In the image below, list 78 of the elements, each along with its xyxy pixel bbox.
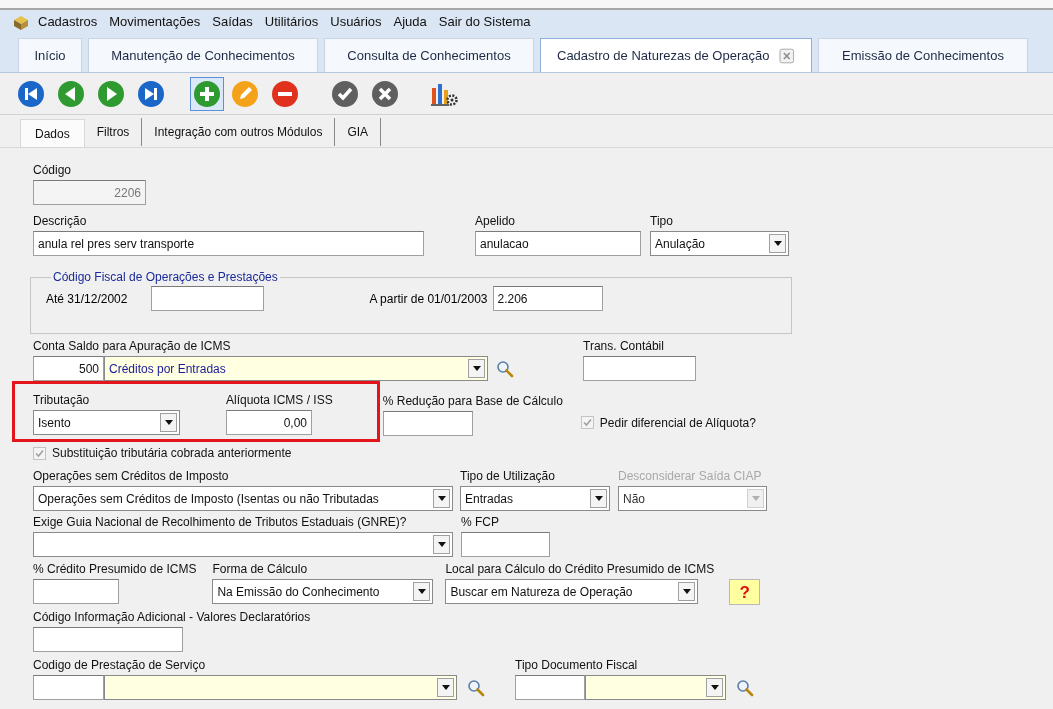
search-icon[interactable] xyxy=(736,678,754,697)
field-label: % FCP xyxy=(461,514,500,530)
field-label: Codigo de Prestação de Serviço xyxy=(33,657,207,673)
checkmark-icon[interactable] xyxy=(331,79,359,108)
field-label: Forma de Cálculo xyxy=(212,561,309,577)
plus-icon[interactable] xyxy=(193,79,221,108)
dropdown[interactable]: Créditos por Entradas xyxy=(104,356,488,381)
text-field[interactable] xyxy=(515,675,585,700)
text-field[interactable] xyxy=(382,411,473,436)
menu-item[interactable]: Movimentações xyxy=(109,11,201,32)
dropdown[interactable]: Anulação xyxy=(650,231,789,256)
checkbox-label: Substituição tributária cobrada anteriormente xyxy=(52,445,292,462)
field-label: Tipo xyxy=(650,213,674,229)
first-record-icon[interactable] xyxy=(17,79,45,108)
field-label: Descrição xyxy=(33,213,88,229)
text-field[interactable]: anula rel pres serv transporte xyxy=(33,231,424,256)
close-icon[interactable] xyxy=(779,47,795,64)
menu-item[interactable]: Usuários xyxy=(330,11,382,32)
dropdown[interactable]: Isento xyxy=(33,410,180,435)
menu-item[interactable]: Ajuda xyxy=(393,11,427,32)
field-label: A partir de 01/01/2003 xyxy=(369,290,488,308)
next-icon[interactable] xyxy=(97,79,125,108)
text-field[interactable]: anulacao xyxy=(475,231,641,256)
text-field[interactable] xyxy=(151,286,265,311)
tab[interactable]: Início xyxy=(18,38,82,72)
menu-item[interactable]: Sair do Sistema xyxy=(438,11,531,32)
tab[interactable]: Consulta de Conhecimentos xyxy=(324,38,534,72)
search-icon[interactable] xyxy=(467,678,485,697)
menu-item[interactable]: Utilitários xyxy=(264,11,319,32)
field-label: % Crédito Presumido de ICMS xyxy=(33,561,197,577)
dropdown[interactable] xyxy=(33,532,453,557)
tab[interactable]: Cadastro de Naturezas de Operação xyxy=(540,38,812,72)
text-field[interactable] xyxy=(33,579,119,604)
menu-item[interactable]: Cadastros xyxy=(38,11,98,32)
field-label: % Redução para Base de Cálculo xyxy=(382,393,563,409)
text-field[interactable]: 0,00 xyxy=(226,410,312,435)
tab[interactable]: Manutenção de Conhecimentos xyxy=(88,38,318,72)
menu-item[interactable]: Saídas xyxy=(212,11,253,32)
field-label: Tipo Documento Fiscal xyxy=(515,657,639,673)
text-field[interactable]: 2.206 xyxy=(492,286,603,311)
field-label: Apelido xyxy=(475,213,517,229)
dropdown[interactable]: Na Emissão do Conhecimento xyxy=(212,579,434,604)
dropdown[interactable]: Operações sem Créditos de Imposto (Isentas ou não Tributadas xyxy=(33,486,453,511)
dropdown[interactable]: Entradas xyxy=(460,486,610,511)
field-label: Alíquota ICMS / ISS xyxy=(226,392,333,408)
tab[interactable]: Emissão de Conhecimentos xyxy=(818,38,1028,72)
field-label: Tributação xyxy=(33,392,91,408)
close-icon[interactable] xyxy=(371,79,399,108)
dropdown[interactable]: Buscar em Natureza de Operação xyxy=(445,579,699,604)
field-label: Código Informação Adicional - Valores Declaratórios xyxy=(33,609,312,625)
field-label: Trans. Contábil xyxy=(583,338,665,354)
field-label: Código xyxy=(33,162,73,178)
group-title: Código Fiscal de Operações e Prestações xyxy=(52,269,279,286)
text-field[interactable] xyxy=(33,675,104,700)
field-label: Exige Guia Nacional de Recolhimento de Tributos Estaduais (GNRE)? xyxy=(33,514,408,530)
dropdown[interactable] xyxy=(585,675,726,700)
text-field[interactable] xyxy=(461,532,550,557)
dropdown[interactable] xyxy=(104,675,457,700)
tab[interactable]: Integração com outros Módulos xyxy=(142,118,336,146)
last-record-icon[interactable] xyxy=(137,79,165,108)
field-label: Até 31/12/2002 xyxy=(46,290,128,308)
tab[interactable]: Dados xyxy=(20,119,85,147)
field-label: Operações sem Créditos de Imposto xyxy=(33,468,230,484)
field-label: Local para Cálculo do Crédito Presumido de ICMS xyxy=(445,561,715,577)
app-icon xyxy=(12,13,30,30)
tab[interactable]: Filtros xyxy=(84,118,143,146)
text-field[interactable] xyxy=(33,627,183,652)
field-label: Tipo de Utilização xyxy=(460,468,556,484)
tab[interactable]: GIA xyxy=(335,118,382,146)
field-label: Desconsiderar Saída CIAP xyxy=(618,468,763,484)
previous-icon[interactable] xyxy=(57,79,85,108)
minus-icon[interactable] xyxy=(271,79,299,108)
checkbox-label: Pedir diferencial de Alíquota? xyxy=(599,414,756,432)
text-field[interactable] xyxy=(583,356,696,381)
search-icon[interactable] xyxy=(496,359,514,378)
field-label: Conta Saldo para Apuração de ICMS xyxy=(33,338,232,354)
text-field[interactable]: 500 xyxy=(33,356,104,381)
help-button[interactable]: ? xyxy=(729,579,761,605)
